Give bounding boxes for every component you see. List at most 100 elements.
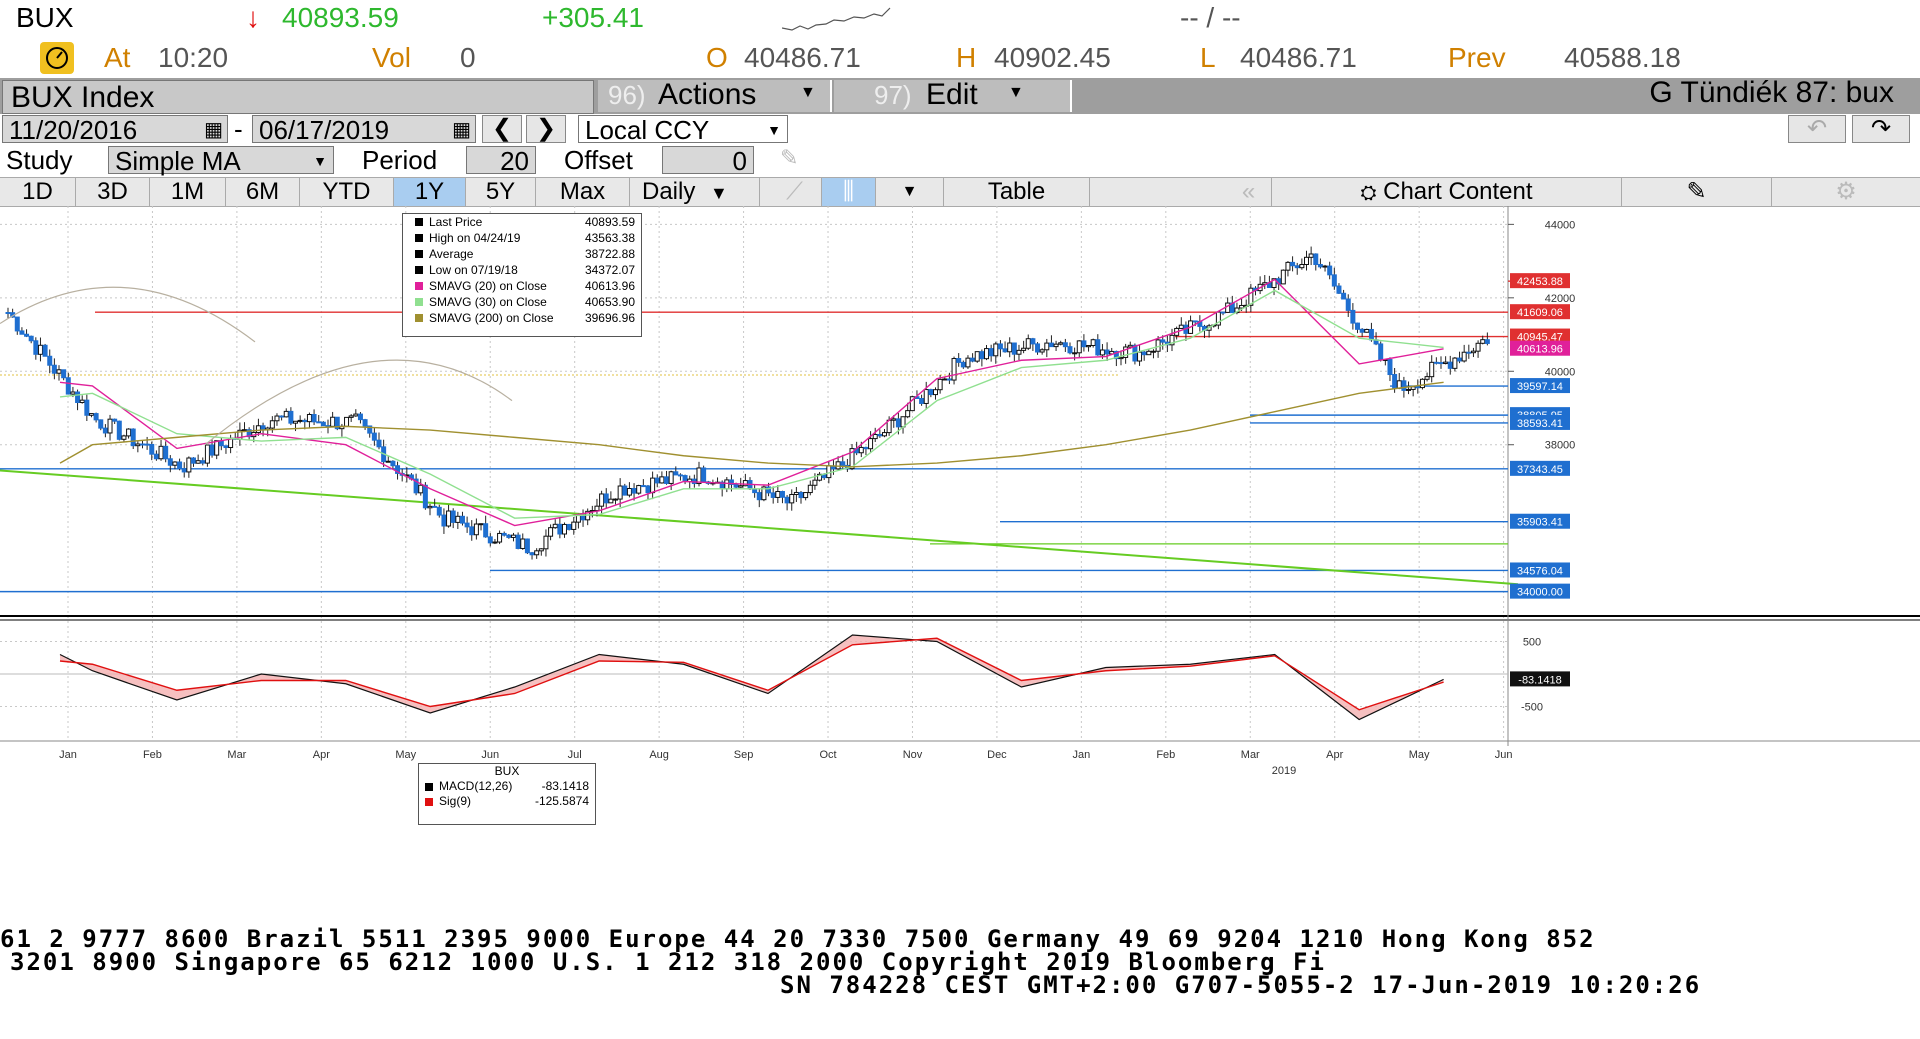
price-tag-label: 34576.04 (1517, 565, 1563, 577)
candle-body (770, 492, 776, 498)
candle-body (181, 468, 187, 473)
end-date-field[interactable]: 06/17/2019 ▦ (252, 115, 476, 144)
candle-body (562, 523, 567, 535)
security-field[interactable]: BUX Index (2, 80, 594, 114)
legend-value: 34372.07 (584, 263, 635, 277)
calendar-icon[interactable]: ▦ (452, 116, 471, 144)
candle-body (946, 378, 952, 381)
candle-body (107, 418, 113, 434)
collapse-icon[interactable]: « (1226, 178, 1272, 206)
legend-label: MACD(12,26) (439, 779, 513, 793)
candle-body (65, 377, 71, 395)
candle-body (937, 378, 943, 391)
next-period-button[interactable]: ❯ (526, 115, 566, 143)
candle-body (376, 439, 382, 448)
candle-body (427, 505, 433, 509)
candle-body (1429, 361, 1435, 378)
frequency-select[interactable]: Daily ▼ (630, 178, 760, 206)
candle-body (1002, 348, 1008, 353)
tab-3d[interactable]: 3D (76, 178, 150, 206)
pencil-icon[interactable]: ✎ (780, 145, 798, 171)
candle-body (515, 534, 521, 549)
chart-legend[interactable]: Last Price 40893.59 High on 04/24/19 43563.… (402, 213, 642, 337)
tab-1d[interactable]: 1D (0, 178, 76, 206)
caret-down-icon: ▼ (767, 122, 781, 138)
caret-down-icon: ▼ (800, 84, 816, 101)
candle-body (306, 414, 312, 423)
candle-body (1313, 253, 1319, 265)
ticker-symbol: BUX (16, 2, 74, 33)
candle-body (654, 477, 660, 484)
candle-body (1457, 357, 1463, 362)
price-chart[interactable]: 44000420004000038000 42453.8841609.06409… (0, 206, 1920, 910)
redo-button[interactable]: ↷ (1852, 115, 1910, 143)
candle-body (1150, 350, 1156, 353)
candle-body (353, 413, 359, 417)
candle-body (993, 343, 999, 357)
candle-body (1396, 380, 1402, 389)
y-tick-label: 42000 (1545, 293, 1576, 305)
vol-value: 0 (460, 42, 476, 73)
period-field[interactable]: 20 (466, 146, 536, 175)
candle-body (1039, 349, 1045, 353)
tab-1y[interactable]: 1Y (394, 178, 466, 206)
candle-body (724, 479, 730, 490)
annotation-icon[interactable]: ✎ (1622, 178, 1772, 206)
candle-body (506, 534, 512, 538)
candle-body (1035, 343, 1041, 353)
candle-body (1304, 256, 1309, 266)
candle-body (422, 484, 428, 509)
legend-row: Average 38722.88 (403, 246, 641, 262)
candle-body (840, 461, 846, 466)
candle-body (436, 506, 442, 516)
tab-1m[interactable]: 1M (150, 178, 226, 206)
tab-ytd[interactable]: YTD (300, 178, 394, 206)
x-tick-label: Mar (1241, 749, 1260, 761)
study-select[interactable]: Simple MA ▼ (108, 146, 334, 175)
prev-period-button[interactable]: ❮ (482, 115, 522, 143)
legend-row: Last Price 40893.59 (403, 214, 641, 230)
candle-body (1368, 328, 1374, 341)
tab-5y[interactable]: 5Y (466, 178, 536, 206)
candle-body (385, 460, 391, 463)
bar-chart-icon[interactable]: ⫼ (822, 178, 876, 206)
candle-body (636, 485, 642, 494)
table-button[interactable]: Table (944, 178, 1090, 206)
candle-body (112, 418, 118, 422)
macd-legend-title: BUX (494, 764, 520, 778)
chevron-right-icon: ❯ (535, 115, 557, 142)
edit-menu[interactable]: 97) Edit ▼ (834, 78, 1072, 112)
legend-swatch (425, 783, 433, 791)
gear-icon[interactable]: ⚙ (1772, 178, 1920, 206)
support-resistance-lines (0, 280, 1520, 593)
macd-legend[interactable]: BUX MACD(12,26) -83.1418 Sig(9) -125.5874 (418, 763, 596, 825)
candle-body (283, 410, 289, 418)
candle-body (626, 488, 632, 496)
offset-field[interactable]: 0 (662, 146, 754, 175)
chart-content-button[interactable]: ⛭ Chart Content (1272, 178, 1622, 206)
tab-max[interactable]: Max (536, 178, 630, 206)
candle-body (1401, 380, 1407, 391)
line-chart-icon[interactable]: ⟋ (768, 178, 822, 206)
actions-menu[interactable]: 96) Actions ▼ (598, 78, 832, 112)
tab-6m[interactable]: 6M (226, 178, 300, 206)
candle-body (923, 389, 929, 404)
candle-body (84, 399, 90, 416)
chart-settings-icon: ⛭ (1360, 182, 1377, 204)
candle-body (1141, 351, 1147, 356)
candle-body (543, 535, 549, 550)
currency-select[interactable]: Local CCY ▼ (578, 115, 788, 144)
alert-icon[interactable] (40, 42, 74, 74)
calendar-icon[interactable]: ▦ (204, 116, 223, 144)
candle-body (1341, 292, 1347, 300)
candle-body (742, 480, 748, 487)
undo-button[interactable]: ↶ (1788, 115, 1846, 143)
study-row: Study Simple MA ▼ Period 20 Offset 0 ✎ (0, 145, 1920, 175)
start-date-field[interactable]: 11/20/2016 ▦ (2, 115, 228, 144)
candle-body (552, 523, 558, 529)
candle-body (56, 369, 62, 374)
candle-body (1359, 328, 1365, 333)
chart-type-dropdown[interactable]: ▼ (876, 178, 944, 206)
candle-body (172, 461, 178, 466)
price-tag-label: 38593.41 (1517, 418, 1563, 430)
